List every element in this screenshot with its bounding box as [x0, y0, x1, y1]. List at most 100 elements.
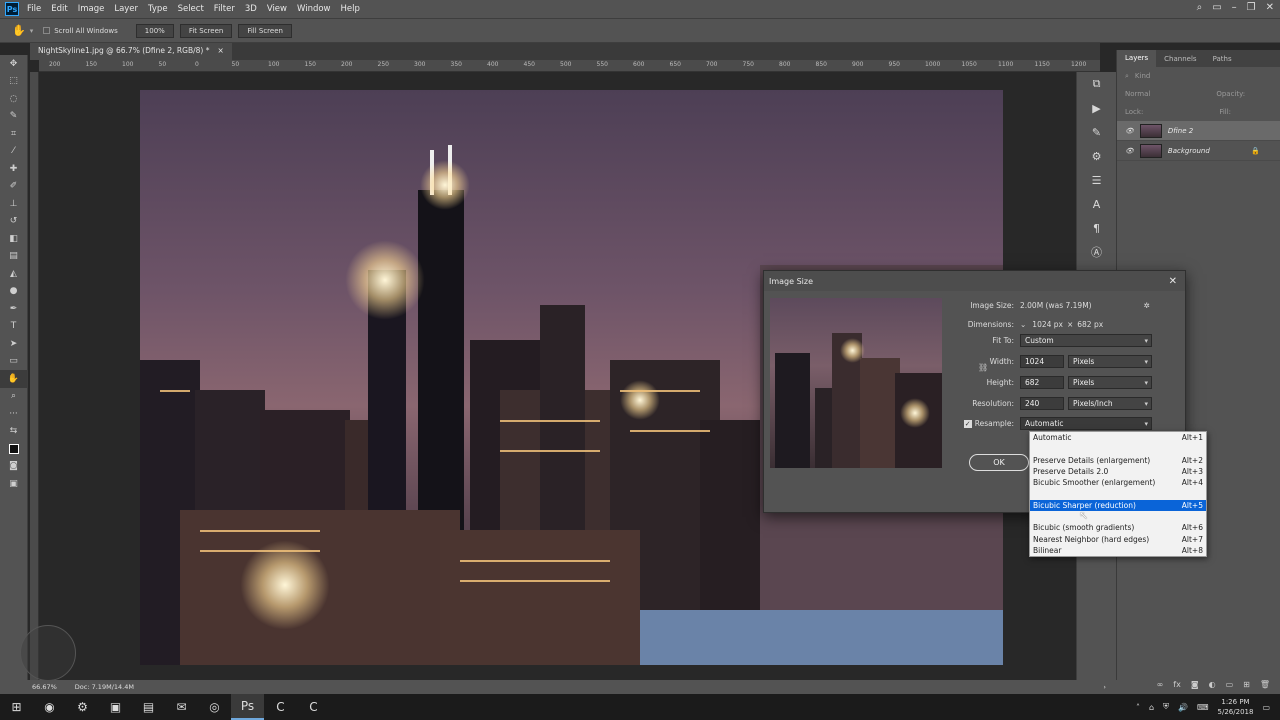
resample-option[interactable]: Preserve Details 2.0 Alt+3 [1030, 466, 1206, 477]
outlook-icon[interactable]: ✉ [165, 694, 198, 720]
fill-screen-button[interactable]: Fill Screen [238, 23, 292, 38]
height-unit-select[interactable]: Pixels [1068, 376, 1152, 389]
tool-preset-chevron-icon[interactable]: ▾ [30, 27, 34, 35]
gradient-tool-icon[interactable]: ▤ [0, 248, 27, 266]
adjustments-panel-icon[interactable]: ⚙ [1077, 144, 1116, 168]
height-input[interactable]: 682 [1020, 376, 1064, 389]
tab-paths[interactable]: Paths [1205, 55, 1240, 63]
character-panel-icon[interactable]: A [1077, 192, 1116, 216]
history-panel-icon[interactable]: ⧉ [1077, 72, 1116, 96]
paragraph-panel-icon[interactable]: ¶ [1077, 216, 1116, 240]
swap-colors-icon[interactable]: ⇆ [0, 423, 27, 441]
network-icon[interactable]: ⌂ [1149, 703, 1154, 712]
resample-option[interactable]: Bicubic Smoother (enlargement) Alt+4 [1030, 477, 1206, 488]
image-preview[interactable] [770, 298, 942, 468]
resolution-unit-select[interactable]: Pixels/Inch [1068, 397, 1152, 410]
document-tab[interactable]: NightSkyline1.jpg @ 66.7% (Dfine 2, RGB/… [30, 43, 232, 60]
close-icon[interactable]: ✕ [1266, 2, 1274, 13]
close-tab-icon[interactable]: × [217, 46, 223, 57]
group-icon[interactable]: ▭ [1226, 680, 1234, 694]
status-chevron-icon[interactable]: › [1103, 683, 1106, 691]
ok-button[interactable]: OK [969, 454, 1029, 471]
layer-row[interactable]: 👁 Dfine 2 [1117, 121, 1280, 141]
layer-row[interactable]: 👁 Background 🔒 [1117, 141, 1280, 161]
shield-icon[interactable]: ⛨ [1163, 702, 1169, 712]
visibility-eye-icon[interactable]: 👁 [1125, 127, 1134, 135]
healing-brush-tool-icon[interactable]: ✚ [0, 160, 27, 178]
settings-icon[interactable]: ⚙ [66, 694, 99, 720]
camtasia-icon[interactable]: C [264, 694, 297, 720]
eyedropper-tool-icon[interactable]: ⁄ [0, 143, 27, 161]
width-unit-select[interactable]: Pixels [1068, 355, 1152, 368]
blur-tool-icon[interactable]: ◭ [0, 265, 27, 283]
new-layer-icon[interactable]: ⊞ [1243, 680, 1250, 694]
pen-tool-icon[interactable]: ✒ [0, 300, 27, 318]
file-explorer-icon[interactable]: ▤ [132, 694, 165, 720]
resolution-input[interactable]: 240 [1020, 397, 1064, 410]
zoom-level[interactable]: 66.67% [32, 683, 57, 691]
path-selection-tool-icon[interactable]: ➤ [0, 335, 27, 353]
restore-icon[interactable]: ❐ [1247, 2, 1256, 13]
windows-start-icon[interactable]: ⊞ [0, 694, 33, 720]
link-layers-icon[interactable]: ∞ [1157, 680, 1164, 694]
width-input[interactable]: 1024 [1020, 355, 1064, 368]
properties-panel-icon[interactable]: ☰ [1077, 168, 1116, 192]
resample-option[interactable]: Bilinear Alt+8 [1030, 545, 1206, 556]
tab-layers[interactable]: Layers [1117, 50, 1157, 67]
menu-layer[interactable]: Layer [114, 4, 138, 14]
chrome-icon[interactable]: ◎ [198, 694, 231, 720]
clock[interactable]: 1:26 PM 5/26/2018 [1218, 697, 1254, 717]
fit-screen-button[interactable]: Fit Screen [179, 23, 233, 38]
quick-select-tool-icon[interactable]: ✎ [0, 108, 27, 126]
menu-edit[interactable]: Edit [51, 4, 67, 14]
resample-checkbox[interactable]: ✓ [963, 419, 972, 428]
clone-stamp-tool-icon[interactable]: ⊥ [0, 195, 27, 213]
move-tool-icon[interactable]: ✥ [0, 55, 27, 73]
minimize-icon[interactable]: – [1232, 2, 1237, 13]
kind-filter[interactable]: Kind [1135, 72, 1150, 80]
search-icon[interactable]: ⌕ [1197, 2, 1203, 13]
marquee-tool-icon[interactable]: ⬚ [0, 73, 27, 91]
recorder-icon[interactable]: C [297, 694, 330, 720]
tray-chevron-icon[interactable]: ˄ [1136, 703, 1140, 712]
hand-tool-active-icon[interactable]: ✋ [0, 370, 27, 388]
app-icon[interactable]: ◉ [33, 694, 66, 720]
resample-option[interactable]: Automatic Alt+1 [1030, 432, 1206, 443]
hand-tool-icon[interactable]: ✋ [12, 24, 26, 37]
menu-type[interactable]: Type [148, 4, 168, 14]
notifications-icon[interactable]: ▭ [1262, 703, 1270, 712]
menu-select[interactable]: Select [178, 4, 204, 14]
app-icon[interactable]: ▣ [99, 694, 132, 720]
scroll-all-windows-checkbox[interactable]: Scroll All Windows [43, 27, 118, 35]
zoom-tool-icon[interactable]: ⌕ [0, 388, 27, 406]
adjustment-layer-icon[interactable]: ◐ [1209, 680, 1216, 694]
dodge-tool-icon[interactable]: ● [0, 283, 27, 301]
zoom-100-button[interactable]: 100% [135, 23, 174, 38]
volume-icon[interactable]: 🔊 [1178, 703, 1188, 712]
glyphs-panel-icon[interactable]: Ⓐ [1077, 240, 1116, 264]
brush-panel-icon[interactable]: ✎ [1077, 120, 1116, 144]
blend-mode-select[interactable]: Normal [1125, 90, 1150, 98]
rectangle-tool-icon[interactable]: ▭ [0, 353, 27, 371]
screen-mode-icon[interactable]: ▣ [0, 475, 27, 493]
resample-option-highlighted[interactable]: Bicubic Sharper (reduction) Alt+5 [1030, 499, 1206, 512]
keyboard-icon[interactable]: ⌨ [1197, 703, 1209, 712]
brush-tool-icon[interactable]: ✐ [0, 178, 27, 196]
fx-icon[interactable]: fx [1173, 680, 1181, 694]
crop-tool-icon[interactable]: ⌗ [0, 125, 27, 143]
photoshop-taskbar-icon[interactable]: Ps [231, 694, 264, 720]
resample-option[interactable]: Nearest Neighbor (hard edges) Alt+7 [1030, 534, 1206, 545]
type-tool-icon[interactable]: T [0, 318, 27, 336]
history-brush-tool-icon[interactable]: ↺ [0, 213, 27, 231]
actions-panel-icon[interactable]: ▶ [1077, 96, 1116, 120]
menu-help[interactable]: Help [341, 4, 360, 14]
fit-to-select[interactable]: Custom [1020, 334, 1152, 347]
menu-filter[interactable]: Filter [214, 4, 235, 14]
quick-mask-icon[interactable]: ◙ [0, 458, 27, 476]
lasso-tool-icon[interactable]: ◌ [0, 90, 27, 108]
mask-icon[interactable]: ◙ [1191, 680, 1199, 694]
visibility-eye-icon[interactable]: 👁 [1125, 147, 1134, 155]
resample-option[interactable]: Preserve Details (enlargement) Alt+2 [1030, 455, 1206, 466]
menu-file[interactable]: File [27, 4, 41, 14]
settings-gear-icon[interactable]: ✲ [1144, 301, 1150, 310]
